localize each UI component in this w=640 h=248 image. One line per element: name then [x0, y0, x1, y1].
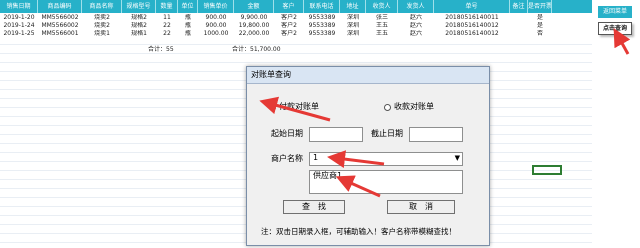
column-header[interactable]: 备注 — [510, 0, 528, 13]
merchant-select[interactable]: 1 ▼ — [309, 152, 463, 166]
table-cell[interactable] — [510, 22, 528, 30]
table-cell[interactable]: 瓶 — [178, 30, 198, 38]
table-cell[interactable]: 规格1 — [122, 30, 156, 38]
table-cell[interactable]: 深圳 — [340, 14, 366, 22]
column-header[interactable]: 发货人 — [398, 0, 434, 13]
dialog-note: 注：双击日期录入框，可辅助输入！客户名称带模糊查找！ — [261, 227, 456, 236]
table-cell[interactable]: 11 — [156, 14, 178, 22]
column-header[interactable]: 联系电话 — [304, 0, 340, 13]
radio-receipt-label: 收款对账单 — [394, 102, 434, 111]
table-cell[interactable]: 规格2 — [122, 14, 156, 22]
chevron-down-icon[interactable]: ▼ — [455, 153, 460, 163]
table-cell[interactable]: 9,900.00 — [234, 14, 274, 22]
table-cell[interactable]: 规格2 — [122, 22, 156, 30]
column-header[interactable]: 数量 — [156, 0, 178, 13]
column-header[interactable]: 金额 — [234, 0, 274, 13]
side-panel: 返回菜单 点击查询 — [592, 0, 640, 248]
table-cell[interactable]: 烧卖2 — [82, 22, 122, 30]
column-header[interactable]: 客户 — [274, 0, 304, 13]
table-cell[interactable]: 900.00 — [198, 14, 234, 22]
table-cell[interactable]: 20180516140012 — [434, 22, 510, 30]
selected-cell[interactable] — [532, 165, 562, 175]
table-cell[interactable]: 20180516140012 — [434, 30, 510, 38]
table-cell[interactable]: 20180516140011 — [434, 14, 510, 22]
statement-query-dialog: 对账单查询 付款对账单 收款对账单 起始日期 截止日期 商户名称 1 ▼ 供应商… — [246, 66, 490, 246]
dialog-titlebar: 对账单查询 — [247, 67, 489, 84]
table-cell[interactable]: 9553389 — [304, 30, 340, 38]
table-cell[interactable]: 22,000.00 — [234, 30, 274, 38]
radio-receipt[interactable] — [384, 104, 391, 111]
suggestion-item[interactable]: 供应商1 — [313, 171, 342, 180]
qty-total: 合计：55 — [148, 46, 174, 53]
amount-total: 合计：51,700.00 — [232, 46, 281, 53]
table-cell[interactable]: MM5566001 — [38, 30, 82, 38]
table-cell[interactable]: 客户2 — [274, 22, 304, 30]
table-cell[interactable]: 9553389 — [304, 22, 340, 30]
table-cell[interactable]: 王五 — [366, 30, 398, 38]
end-date-label: 截止日期 — [371, 129, 403, 138]
column-header[interactable]: 地址 — [340, 0, 366, 13]
merchant-value: 1 — [313, 153, 319, 162]
search-button[interactable]: 查 找 — [283, 200, 345, 214]
table-row[interactable]: 2019-1-20 MM5566002 烧卖2 规格2 11 瓶 900.00 9,900.0… — [0, 14, 592, 22]
table-cell[interactable]: 22 — [156, 30, 178, 38]
end-date-input[interactable] — [409, 127, 463, 142]
table-cell[interactable]: 客户2 — [274, 14, 304, 22]
table-cell[interactable]: 是 — [528, 22, 552, 30]
table-cell[interactable]: 赵六 — [398, 14, 434, 22]
table-cell[interactable]: 赵六 — [398, 22, 434, 30]
start-date-input[interactable] — [309, 127, 363, 142]
column-header[interactable]: 是否开票 — [528, 0, 552, 13]
table-row[interactable]: 2019-1-24 MM5566002 烧卖2 规格2 22 瓶 900.00 19,800.… — [0, 22, 592, 30]
merchant-suggestion-list[interactable]: 供应商1 — [309, 170, 463, 194]
table-cell[interactable]: 900.00 — [198, 22, 234, 30]
table-cell[interactable]: 深圳 — [340, 30, 366, 38]
merchant-label: 商户名称 — [271, 154, 303, 163]
table-cell[interactable]: 赵六 — [398, 30, 434, 38]
cancel-button[interactable]: 取 消 — [387, 200, 455, 214]
column-header[interactable]: 商品名称 — [82, 0, 122, 13]
column-header[interactable]: 收货人 — [366, 0, 398, 13]
table-cell[interactable]: 2019-1-24 — [0, 22, 38, 30]
table-cell[interactable] — [510, 30, 528, 38]
table-cell[interactable] — [510, 14, 528, 22]
table-cell[interactable]: 瓶 — [178, 14, 198, 22]
table-cell[interactable]: MM5566002 — [38, 14, 82, 22]
table-cell[interactable]: 烧卖2 — [82, 14, 122, 22]
table-row[interactable]: 2019-1-25 MM5566001 烧卖1 规格1 22 瓶 1000.00 22,000… — [0, 30, 592, 38]
table-cell[interactable]: 是 — [528, 14, 552, 22]
table-cell[interactable]: 2019-1-20 — [0, 14, 38, 22]
query-button[interactable]: 点击查询 — [598, 22, 632, 35]
totals-row: 合计：55 合计：51,700.00 — [0, 45, 592, 54]
table-cell[interactable]: 烧卖1 — [82, 30, 122, 38]
dialog-title: 对账单查询 — [251, 70, 291, 79]
table-cell[interactable]: 19,800.00 — [234, 22, 274, 30]
radio-payment-label: 付款对账单 — [279, 102, 319, 111]
column-header[interactable]: 商品编码 — [38, 0, 82, 13]
table-cell[interactable]: 1000.00 — [198, 30, 234, 38]
start-date-label: 起始日期 — [271, 129, 303, 138]
column-header[interactable]: 规格型号 — [122, 0, 156, 13]
sheet-header-row: 销售日期 商品编码 商品名称 规格型号 数量 单位 销售单价 金额 客户 联系电话 地址 收货人 发货人… — [0, 0, 592, 13]
table-cell[interactable]: 客户2 — [274, 30, 304, 38]
table-cell[interactable]: 深圳 — [340, 22, 366, 30]
table-cell[interactable]: 9553389 — [304, 14, 340, 22]
table-cell[interactable]: MM5566002 — [38, 22, 82, 30]
radio-payment[interactable] — [269, 104, 276, 111]
column-header[interactable]: 单号 — [434, 0, 510, 13]
column-header[interactable]: 销售日期 — [0, 0, 38, 13]
return-menu-button[interactable]: 返回菜单 — [598, 6, 632, 18]
column-header[interactable]: 单位 — [178, 0, 198, 13]
table-cell[interactable]: 否 — [528, 30, 552, 38]
table-cell[interactable]: 22 — [156, 22, 178, 30]
table-cell[interactable]: 瓶 — [178, 22, 198, 30]
table-cell[interactable]: 张三 — [366, 14, 398, 22]
column-header[interactable]: 销售单价 — [198, 0, 234, 13]
table-cell[interactable]: 王五 — [366, 22, 398, 30]
table-cell[interactable]: 2019-1-25 — [0, 30, 38, 38]
